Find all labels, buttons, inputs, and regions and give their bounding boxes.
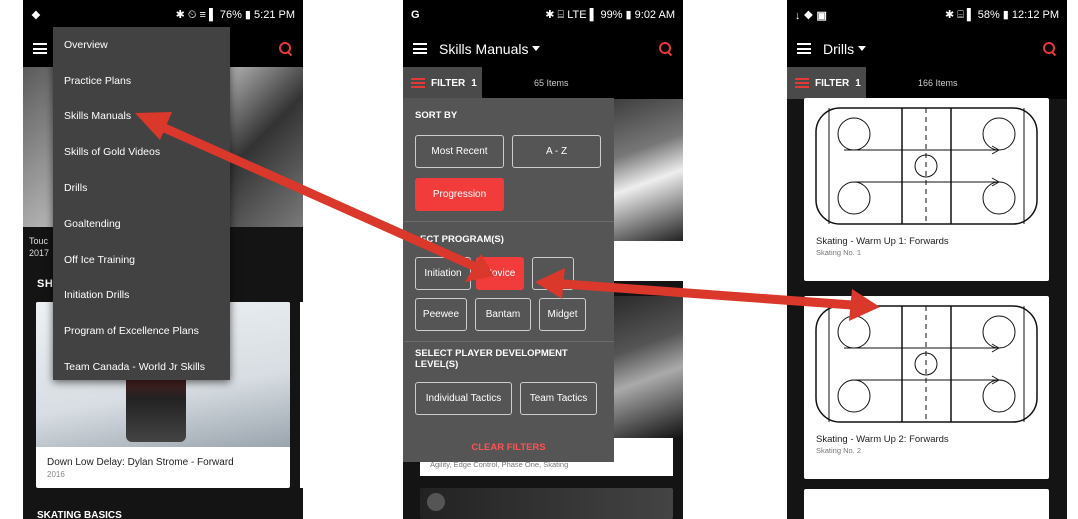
filter-button[interactable]: FILTER 1 [787, 67, 866, 99]
manual-thumbnail[interactable] [420, 488, 673, 519]
filter-panel: SORT BY Most Recent A - Z Progression EC… [403, 98, 614, 462]
app-bar: Skills Manuals [403, 30, 683, 67]
level-team-tactics[interactable]: Team Tactics [520, 382, 597, 415]
menu-item-overview[interactable]: Overview [53, 27, 230, 63]
chevron-down-icon [858, 46, 867, 51]
drill-subtitle: Skating No. 1 [816, 248, 862, 257]
level-individual-tactics[interactable]: Individual Tactics [415, 382, 512, 415]
sort-most-recent[interactable]: Most Recent [415, 135, 504, 168]
menu-item-off-ice-training[interactable]: Off Ice Training [53, 242, 230, 278]
menu-item-practice-plans[interactable]: Practice Plans [53, 63, 230, 99]
program-peewee[interactable]: Peewee [415, 298, 467, 331]
status-left: ❖ [31, 9, 41, 22]
menu-icon[interactable] [33, 43, 47, 54]
search-icon[interactable] [1043, 41, 1057, 56]
drill-card[interactable] [804, 489, 1049, 519]
menu-item-skills-manuals[interactable]: Skills Manuals [53, 99, 230, 135]
filter-count: 1 [855, 77, 861, 89]
filter-label: FILTER [815, 77, 850, 89]
status-right: ✱ ⌸ LTE ▌ 99% ▮ 9:02 AM [545, 9, 675, 21]
status-right: ✱ ⌸ ▌ 58% ▮ 12:12 PM [944, 9, 1059, 21]
screen-title[interactable]: Skills Manuals [439, 41, 528, 57]
phone-drills-screen: ↓ ❖ ▣ ✱ ⌸ ▌ 58% ▮ 12:12 PM Drills FILTER… [787, 0, 1067, 519]
program-title: ECT PROGRAM(S) [420, 234, 504, 245]
next-card-peek[interactable] [300, 302, 303, 488]
video-title: Down Low Delay: Dylan Strome - Forward [47, 457, 234, 468]
program-atom[interactable] [532, 257, 574, 290]
items-count: 65 Items [534, 78, 569, 88]
player-level-title: SELECT PLAYER DEVELOPMENT LEVEL(S) [415, 348, 568, 370]
drill-card[interactable]: Skating - Warm Up 1: Forwards Skating No… [804, 98, 1049, 281]
screen-title[interactable]: Drills [823, 41, 854, 57]
drill-title: Skating - Warm Up 2: Forwards [816, 434, 949, 445]
status-bar: ❖ ✱ ⏲ ≡ ▌ 76% ▮ 5:21 PM [23, 0, 303, 30]
menu-item-initiation-drills[interactable]: Initiation Drills [53, 278, 230, 314]
sort-options: Most Recent A - Z Progression [403, 135, 614, 211]
status-bar: G ✱ ⌸ LTE ▌ 99% ▮ 9:02 AM [403, 0, 683, 30]
filter-bar: FILTER 1 166 Items [787, 67, 1067, 99]
filter-bar: FILTER 1 65 Items [403, 67, 683, 99]
program-bantam[interactable]: Bantam [475, 298, 531, 331]
section-title-skating-basics: SKATING BASICS [37, 510, 122, 519]
menu-item-skills-of-gold-videos[interactable]: Skills of Gold Videos [53, 134, 230, 170]
phone-skills-manuals-screen: G ✱ ⌸ LTE ▌ 99% ▮ 9:02 AM Skills Manuals… [403, 0, 683, 519]
navigation-menu: Overview Practice Plans Skills Manuals S… [53, 27, 230, 380]
video-year: 2016 [47, 470, 65, 479]
filter-button[interactable]: FILTER 1 [403, 67, 482, 99]
menu-item-drills[interactable]: Drills [53, 170, 230, 206]
chevron-down-icon [532, 46, 541, 51]
items-count: 166 Items [918, 78, 958, 88]
clear-filters-button[interactable]: CLEAR FILTERS [403, 434, 614, 462]
status-right: ✱ ⏲ ≡ ▌ 76% ▮ 5:21 PM [175, 9, 295, 21]
program-initiation[interactable]: Initiation [415, 257, 471, 290]
program-options: Initiation Novice Peewee Bantam Midget [403, 257, 614, 331]
sort-by-title: SORT BY [415, 110, 458, 121]
filter-label: FILTER [431, 77, 466, 89]
drill-title: Skating - Warm Up 1: Forwards [816, 236, 949, 247]
filter-count: 1 [471, 77, 477, 89]
filter-icon [411, 78, 425, 88]
menu-item-program-of-excellence[interactable]: Program of Excellence Plans [53, 313, 230, 349]
menu-icon[interactable] [413, 43, 427, 54]
status-bar: ↓ ❖ ▣ ✱ ⌸ ▌ 58% ▮ 12:12 PM [787, 0, 1067, 30]
level-options: Individual Tactics Team Tactics [403, 382, 614, 415]
section-title: SH [37, 278, 54, 290]
search-icon[interactable] [659, 41, 673, 56]
drill-subtitle: Skating No. 2 [816, 446, 862, 455]
app-bar: Drills [787, 30, 1067, 67]
phone-overview-screen: ❖ ✱ ⏲ ≡ ▌ 76% ▮ 5:21 PM Touc 2017 SH Dow… [23, 0, 303, 519]
filter-icon [795, 78, 809, 88]
menu-icon[interactable] [797, 43, 811, 54]
rink-diagram [815, 107, 1038, 225]
program-midget[interactable]: Midget [539, 298, 586, 331]
sort-a-z[interactable]: A - Z [512, 135, 601, 168]
status-left: G [411, 9, 420, 21]
drill-card[interactable]: Skating - Warm Up 2: Forwards Skating No… [804, 296, 1049, 479]
menu-item-team-canada[interactable]: Team Canada - World Jr Skills [53, 349, 230, 385]
rink-diagram [815, 305, 1038, 423]
camera-icon[interactable] [427, 493, 445, 511]
menu-item-goaltending[interactable]: Goaltending [53, 206, 230, 242]
search-icon[interactable] [279, 41, 293, 56]
status-left: ↓ ❖ ▣ [795, 9, 827, 22]
sort-progression[interactable]: Progression [415, 178, 504, 211]
program-novice[interactable]: Novice [476, 257, 524, 290]
